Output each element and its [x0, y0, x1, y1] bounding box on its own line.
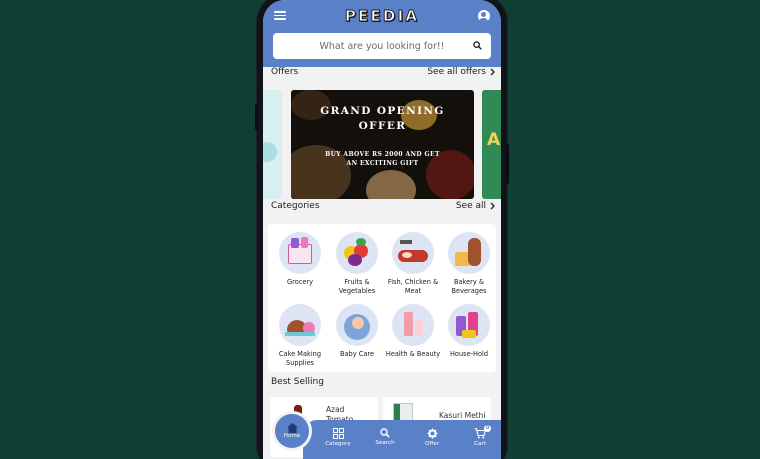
nav-home[interactable]: Home: [272, 411, 312, 451]
categories-title: Categories: [271, 201, 320, 211]
menu-icon[interactable]: [274, 11, 286, 20]
nav-search-label: Search: [375, 440, 395, 446]
health-beauty-icon: [392, 304, 434, 346]
search-icon[interactable]: [473, 41, 482, 50]
category-label: Baby Care: [339, 350, 374, 358]
chevron-right-icon: [490, 202, 495, 210]
bottom-navigation: Category Search Offer Cart 0: [303, 420, 501, 459]
nav-category[interactable]: Category: [320, 428, 356, 447]
cake-making-supplies-icon: [279, 304, 321, 346]
baby-care-icon: [336, 304, 378, 346]
peek-text: A: [487, 130, 501, 150]
category-cake-making-supplies[interactable]: Cake Making Supplies: [272, 304, 328, 367]
see-all-categories-link[interactable]: See all: [456, 201, 495, 211]
see-all-offers-link[interactable]: See all offers: [427, 67, 495, 77]
nav-offer[interactable]: Offer: [414, 428, 450, 447]
category-grocery[interactable]: Grocery: [272, 232, 328, 287]
search-icon: [380, 428, 390, 438]
chevron-right-icon: [490, 68, 495, 76]
app-bar: PEEDIA: [263, 0, 501, 31]
category-house-hold[interactable]: House-Hold: [441, 304, 497, 359]
see-all-categories-label: See all: [455, 201, 486, 211]
offer-banner[interactable]: GRAND OPENING OFFER BUY ABOVE RS 2000 AN…: [291, 90, 474, 199]
nav-cart-label: Cart: [474, 441, 486, 447]
app-screen: PEEDIA What are you looking for!! Offers…: [263, 0, 501, 459]
banner-line-3: BUY ABOVE RS 2000 AND GET AN EXCITING GI…: [325, 151, 440, 167]
category-grid-icon: [332, 428, 344, 439]
phone-frame: PEEDIA What are you looking for!! Offers…: [255, 0, 509, 459]
category-baby-care[interactable]: Baby Care: [329, 304, 385, 359]
category-label: Fruits & Vegetables: [338, 278, 376, 295]
brand-logo: PEEDIA: [344, 6, 420, 25]
search-input[interactable]: What are you looking for!!: [273, 33, 491, 59]
home-icon: [286, 423, 298, 433]
categories-header: Categories See all: [271, 201, 495, 211]
category-label: Health & Beauty: [385, 350, 441, 358]
fruits-vegetables-icon: [336, 232, 378, 274]
best-selling-title: Best Selling: [271, 377, 324, 387]
categories-card: Grocery Fruits & Vegetables Fish, Chicke…: [268, 224, 496, 372]
category-label: House-Hold: [449, 350, 489, 358]
best-selling-header: Best Selling: [271, 377, 495, 387]
banner-line-1: GRAND OPENING: [320, 105, 445, 117]
nav-home-label: Home: [283, 433, 301, 439]
offer-banner-next[interactable]: A: [482, 90, 501, 199]
nav-offer-label: Offer: [425, 441, 439, 447]
offer-badge-icon: [426, 428, 438, 439]
see-all-offers-label: See all offers: [427, 67, 486, 77]
offers-title: Offers: [271, 67, 299, 77]
category-label: Bakery & Beverages: [451, 278, 487, 295]
account-icon[interactable]: [477, 9, 490, 22]
category-fruits-vegetables[interactable]: Fruits & Vegetables: [329, 232, 385, 295]
nav-category-label: Category: [325, 441, 351, 447]
search-placeholder: What are you looking for!!: [319, 40, 445, 52]
category-label: Grocery: [286, 278, 313, 286]
category-label: Fish, Chicken & Meat: [387, 278, 439, 295]
house-hold-icon: [448, 304, 490, 346]
cart-count-badge: 0: [484, 425, 491, 432]
nav-cart[interactable]: Cart 0: [462, 425, 498, 447]
category-fish-chicken-meat[interactable]: Fish, Chicken & Meat: [385, 232, 441, 295]
offers-header: Offers See all offers: [271, 67, 495, 77]
category-label: Cake Making Supplies: [278, 350, 322, 367]
grocery-icon: [279, 232, 321, 274]
category-bakery-beverages[interactable]: Bakery & Beverages: [441, 232, 497, 295]
banner-line-2: OFFER: [358, 120, 407, 132]
phone-button-left: [255, 104, 258, 130]
offer-banner-previous[interactable]: [263, 90, 282, 199]
fish-chicken-meat-icon: [392, 232, 434, 274]
bakery-beverages-icon: [448, 232, 490, 274]
nav-search[interactable]: Search: [367, 428, 403, 446]
category-health-beauty[interactable]: Health & Beauty: [385, 304, 441, 359]
phone-button-right: [506, 144, 509, 184]
